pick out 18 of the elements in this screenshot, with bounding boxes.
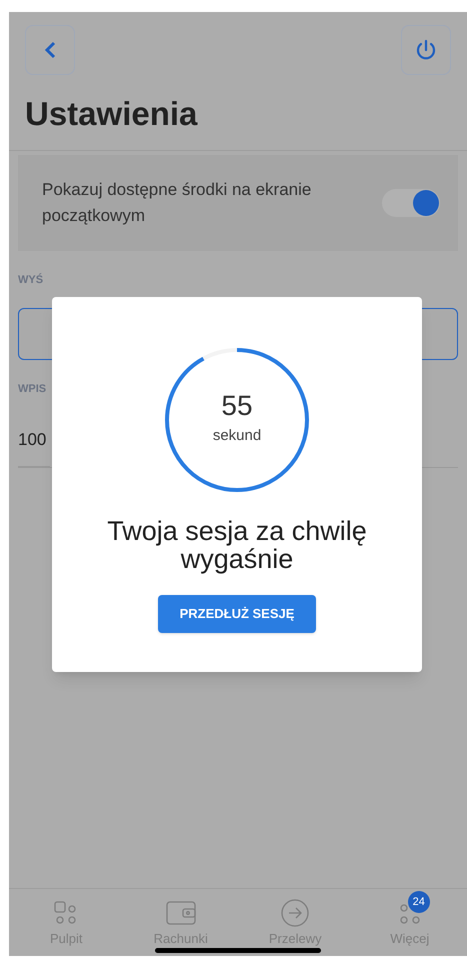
grid-icon [54, 901, 78, 925]
page-title: Ustawienia [24, 97, 198, 130]
input-field[interactable]: 100 [18, 431, 50, 467]
toggle-switch[interactable] [382, 189, 440, 217]
session-message: Twoja sesja za chwilę wygaśnie [106, 517, 368, 573]
back-icon [44, 41, 56, 59]
back-button[interactable] [25, 25, 75, 75]
section-label: WPIS [18, 384, 48, 395]
wallet-icon [166, 901, 196, 925]
countdown-seconds: 55 [221, 392, 253, 420]
arrow-circle-icon [281, 899, 310, 927]
logout-button[interactable] [401, 25, 451, 75]
section-label: WYŚ [18, 275, 44, 286]
notification-badge: 24 [408, 891, 430, 913]
extend-session-button[interactable]: PRZEDŁUŻ SESJĘ [158, 595, 316, 633]
countdown-unit: sekund [212, 428, 262, 442]
setting-label: Pokazuj dostępne środki na ekranie początkowym [42, 179, 312, 227]
power-icon [415, 39, 437, 61]
